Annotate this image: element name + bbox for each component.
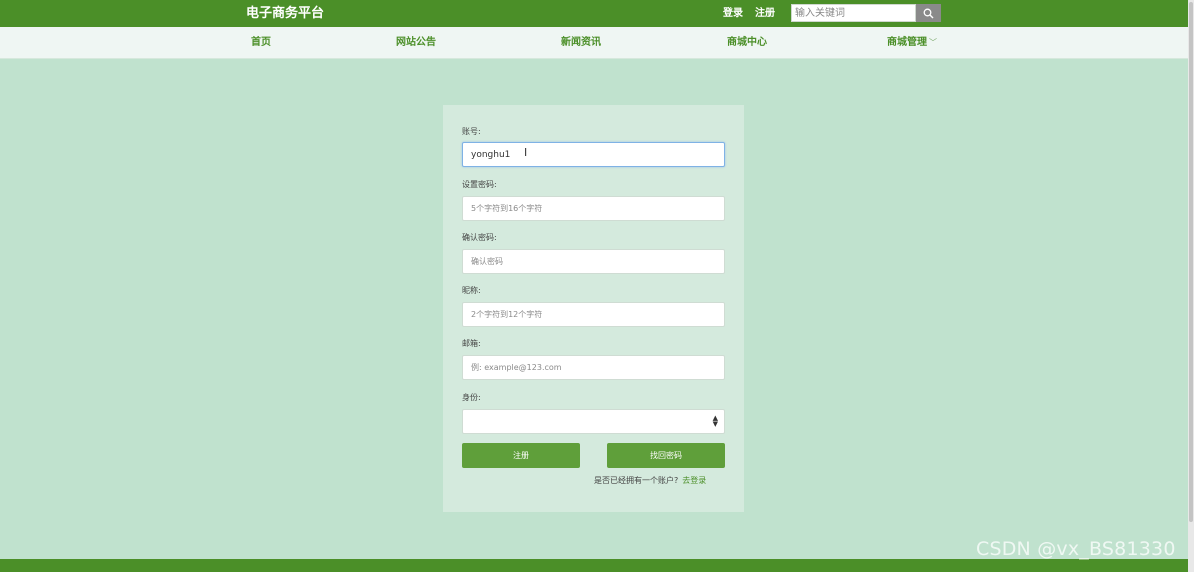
site-brand[interactable]: 电子商务平台 [246, 4, 324, 23]
confirm-password-input[interactable] [462, 249, 725, 274]
register-button[interactable]: 注册 [462, 443, 580, 468]
chevron-down-icon: ﹀ [929, 38, 937, 47]
nav-item-news[interactable]: 新闻资讯 [561, 35, 601, 50]
account-label: 账号: [462, 127, 481, 136]
nav-item-announcements[interactable]: 网站公告 [396, 35, 436, 50]
watermark: CSDN @vx_BS81330 [976, 538, 1176, 560]
search-input[interactable] [791, 4, 916, 22]
footer-bar [0, 559, 1194, 572]
email-input[interactable] [462, 355, 725, 380]
search-icon [923, 8, 934, 18]
recover-password-button[interactable]: 找回密码 [607, 443, 725, 468]
register-link[interactable]: 注册 [755, 6, 775, 21]
nickname-input[interactable] [462, 302, 725, 327]
register-form-card: 账号: I 设置密码: 确认密码: 昵称: 邮箱: 身份: ▲▼ 注册 找回密码… [443, 105, 744, 512]
password-label: 设置密码: [462, 180, 497, 189]
login-link[interactable]: 登录 [723, 6, 743, 21]
main-nav: 首页 网站公告 新闻资讯 商城中心 商城管理 ﹀ [0, 27, 1194, 59]
go-login-link[interactable]: 去登录 [682, 476, 706, 485]
account-question: 是否已经拥有一个账户? [594, 476, 679, 485]
nav-item-shop-management-label: 商城管理 [887, 37, 927, 48]
nickname-label: 昵称: [462, 286, 481, 295]
text-cursor-icon: I [524, 146, 528, 159]
select-arrows-icon: ▲ ▼ [712, 414, 718, 428]
scrollbar-thumb[interactable] [1189, 2, 1193, 522]
top-header: 电子商务平台 登录 注册 [0, 0, 1194, 27]
account-prompt: 是否已经拥有一个账户? 去登录 [594, 475, 706, 486]
confirm-password-label: 确认密码: [462, 233, 497, 242]
nav-item-shop-management[interactable]: 商城管理 ﹀ [887, 35, 937, 50]
identity-select[interactable]: ▲ ▼ [462, 409, 725, 434]
nav-item-home[interactable]: 首页 [251, 35, 271, 50]
identity-label: 身份: [462, 393, 481, 402]
search-button[interactable] [916, 4, 941, 22]
nav-item-shop-center[interactable]: 商城中心 [727, 35, 767, 50]
account-input[interactable] [462, 142, 725, 167]
email-label: 邮箱: [462, 339, 481, 348]
password-input[interactable] [462, 196, 725, 221]
